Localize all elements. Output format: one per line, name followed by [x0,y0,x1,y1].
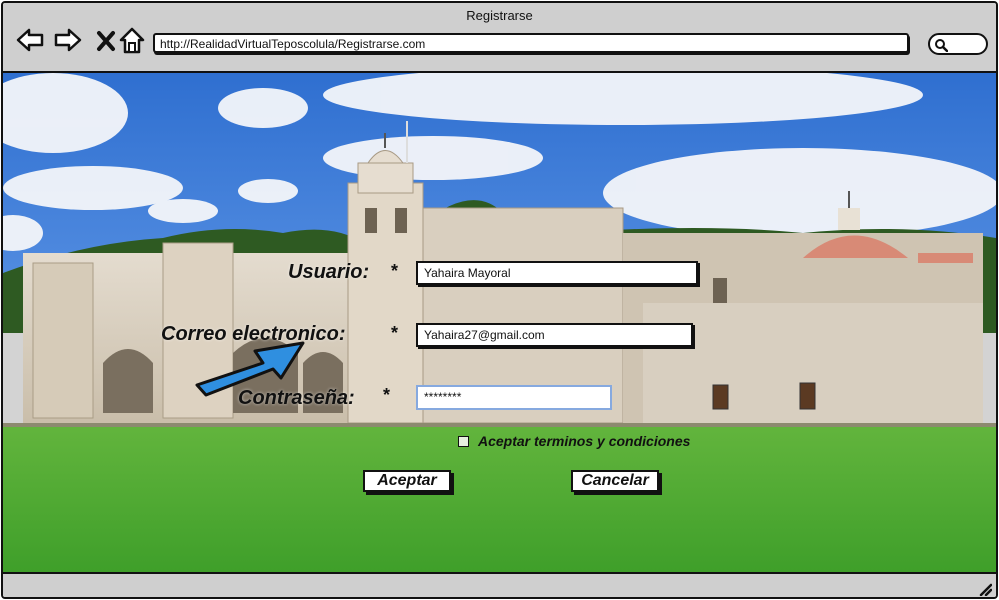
correo-label: Correo electronico: [161,323,346,345]
contrasena-label: Contraseña: [238,387,355,409]
browser-window: Registrarse http://RealidadVirtualTeposc… [1,1,998,599]
address-bar[interactable]: http://RealidadVirtualTeposcolula/Regist… [153,33,909,53]
terms-label: Aceptar terminos y condiciones [478,433,691,449]
status-bar [3,572,996,597]
cancelar-button[interactable]: Cancelar [571,470,659,492]
search-icon [935,39,948,52]
resize-grip-icon[interactable] [978,582,992,596]
back-arrow-icon[interactable] [15,25,45,55]
home-icon[interactable] [117,25,147,55]
aceptar-button[interactable]: Aceptar [363,470,451,492]
forward-arrow-icon[interactable] [53,25,83,55]
usuario-required-mark: * [391,261,399,281]
contrasena-required-mark: * [383,385,391,405]
correo-required-mark: * [391,323,399,343]
correo-input[interactable]: Yahaira27@gmail.com [416,323,693,347]
contrasena-input[interactable]: ******** [416,385,612,410]
usuario-label: Usuario: [288,261,370,283]
usuario-input[interactable]: Yahaira Mayoral [416,261,698,285]
title-bar: Registrarse http://RealidadVirtualTeposc… [3,3,996,73]
search-box[interactable] [928,33,988,55]
terms-checkbox[interactable] [458,436,469,447]
window-title: Registrarse [466,8,533,23]
